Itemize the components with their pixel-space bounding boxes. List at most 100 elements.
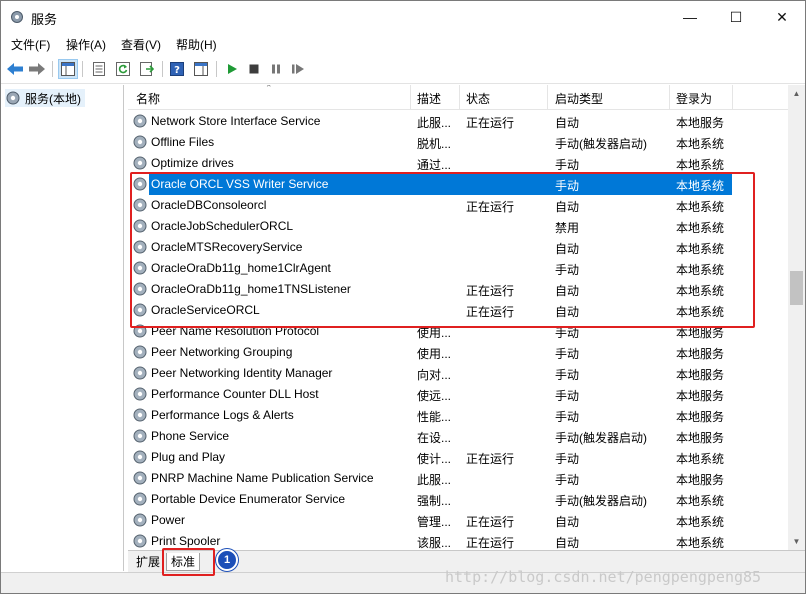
services-gear-icon xyxy=(11,11,23,23)
service-row[interactable]: OracleOraDb11g_home1ClrAgent 手动 本地系统 xyxy=(128,258,788,279)
service-row[interactable]: Peer Networking Grouping 使用... 手动 本地服务 xyxy=(128,342,788,363)
service-startup-type: 手动 xyxy=(555,368,580,382)
show-hide-console-tree-button[interactable] xyxy=(58,59,78,79)
service-gear-icon xyxy=(133,387,147,401)
show-action-pane-button[interactable] xyxy=(191,59,211,79)
service-name: Oracle ORCL VSS Writer Service xyxy=(151,177,329,191)
scroll-down-arrow-icon[interactable]: ▼ xyxy=(788,533,805,550)
title-bar[interactable]: 服务 — ☐ ✕ xyxy=(1,1,805,33)
export-list-button[interactable] xyxy=(137,59,157,79)
service-gear-icon xyxy=(133,534,147,548)
service-row[interactable]: OracleJobSchedulerORCL 禁用 本地系统 xyxy=(128,216,788,237)
service-row[interactable]: Network Store Interface Service 此服... 正在运行… xyxy=(128,111,788,132)
service-row[interactable]: Performance Logs & Alerts 性能... 手动 本地服务 xyxy=(128,405,788,426)
column-header-name[interactable]: 名称 xyxy=(136,90,160,107)
menu-action[interactable]: 操作(A) xyxy=(66,36,106,53)
scrollbar-thumb[interactable] xyxy=(790,271,803,305)
service-gear-icon xyxy=(133,471,147,485)
toolbar-separator xyxy=(82,61,83,77)
service-gear-icon xyxy=(133,366,147,380)
services-window: 服务 — ☐ ✕ 文件(F) 操作(A) 查看(V) 帮助(H) ? 服务(本地… xyxy=(0,0,806,594)
column-header-row: 名称 ⌃ 描述 状态 启动类型 登录为 xyxy=(128,85,788,110)
menu-help[interactable]: 帮助(H) xyxy=(176,36,217,53)
column-separator[interactable] xyxy=(669,85,670,109)
tab-label: 扩展 xyxy=(136,555,161,569)
service-gear-icon xyxy=(133,156,147,170)
stop-service-button[interactable] xyxy=(244,59,264,79)
column-separator[interactable] xyxy=(547,85,548,109)
service-row[interactable]: PNRP Machine Name Publication Service 此服.… xyxy=(128,468,788,489)
forward-button[interactable] xyxy=(27,59,47,79)
service-logon-as: 本地服务 xyxy=(676,431,725,445)
services-gear-icon xyxy=(6,91,20,105)
window-title: 服务 xyxy=(31,12,58,27)
properties-button[interactable] xyxy=(89,59,109,79)
action-pane-icon xyxy=(194,62,208,76)
service-gear-icon xyxy=(133,513,147,527)
menu-file[interactable]: 文件(F) xyxy=(11,36,50,53)
tree-item-services-local[interactable]: 服务(本地) xyxy=(5,89,85,107)
service-row[interactable]: OracleOraDb11g_home1TNSListener 正在运行 自动 本地系… xyxy=(128,279,788,300)
tab-extended[interactable]: 扩展 xyxy=(132,553,164,570)
service-startup-type: 自动 xyxy=(555,284,580,298)
service-status: 正在运行 xyxy=(466,284,515,298)
service-name: Peer Networking Identity Manager xyxy=(151,366,333,380)
service-description: 管理... xyxy=(417,515,452,529)
service-row[interactable]: Peer Name Resolution Protocol 使用... 手动 本地服务 xyxy=(128,321,788,342)
close-button[interactable]: ✕ xyxy=(759,1,805,33)
service-logon-as: 本地服务 xyxy=(676,410,725,424)
column-header-description[interactable]: 描述 xyxy=(417,90,441,107)
service-gear-icon xyxy=(133,324,147,338)
column-separator[interactable] xyxy=(732,85,733,109)
resume-service-button[interactable] xyxy=(288,59,308,79)
start-service-button[interactable] xyxy=(222,59,242,79)
help-button[interactable]: ? xyxy=(167,59,187,79)
column-header-startup-type[interactable]: 启动类型 xyxy=(555,90,603,107)
column-header-logon-as[interactable]: 登录为 xyxy=(676,90,712,107)
service-row[interactable]: OracleServiceORCL 正在运行 自动 本地系统 xyxy=(128,300,788,321)
tab-standard[interactable]: 标准 xyxy=(166,553,201,571)
service-description: 使用... xyxy=(417,326,452,340)
column-separator[interactable] xyxy=(459,85,460,109)
service-gear-icon xyxy=(133,261,147,275)
service-row[interactable]: Plug and Play 使计... 正在运行 手动 本地系统 xyxy=(128,447,788,468)
service-row[interactable]: OracleDBConsoleorcl 正在运行 自动 本地系统 xyxy=(128,195,788,216)
service-row[interactable]: Power 管理... 正在运行 自动 本地系统 xyxy=(128,510,788,531)
service-row[interactable]: Portable Device Enumerator Service 强制... 手… xyxy=(128,489,788,510)
service-row[interactable]: Optimize drives 通过... 手动 本地系统 xyxy=(128,153,788,174)
back-button[interactable] xyxy=(5,59,25,79)
back-arrow-icon xyxy=(7,63,23,75)
tab-label: 标准 xyxy=(171,555,196,569)
service-row[interactable]: Offline Files 脱机... 手动(触发器启动) 本地系统 xyxy=(128,132,788,153)
service-row[interactable]: Print Spooler 该服... 正在运行 自动 本地系统 xyxy=(128,531,788,550)
service-startup-type: 自动 xyxy=(555,515,580,529)
vertical-scrollbar[interactable]: ▲ ▼ xyxy=(788,85,805,550)
service-name: Peer Name Resolution Protocol xyxy=(151,324,320,338)
service-status: 正在运行 xyxy=(466,116,515,130)
service-row[interactable]: Performance Counter DLL Host 使远... 手动 本地服务 xyxy=(128,384,788,405)
pause-service-button[interactable] xyxy=(266,59,286,79)
service-startup-type: 自动 xyxy=(555,242,580,256)
service-logon-as: 本地系统 xyxy=(676,200,725,214)
refresh-button[interactable] xyxy=(113,59,133,79)
service-row[interactable]: Phone Service 在设... 手动(触发器启动) 本地服务 xyxy=(128,426,788,447)
service-row[interactable]: Oracle ORCL VSS Writer Service 手动 本地系统 xyxy=(128,174,788,195)
service-status: 正在运行 xyxy=(466,515,515,529)
service-row[interactable]: OracleMTSRecoveryService 自动 本地系统 xyxy=(128,237,788,258)
maximize-button[interactable]: ☐ xyxy=(713,1,759,33)
service-gear-icon xyxy=(133,429,147,443)
column-header-status[interactable]: 状态 xyxy=(466,90,490,107)
console-tree-pane: 服务(本地) xyxy=(1,85,124,571)
service-logon-as: 本地系统 xyxy=(676,494,725,508)
maximize-icon: ☐ xyxy=(729,8,743,25)
play-icon xyxy=(228,64,237,74)
tree-item-label: 服务(本地) xyxy=(25,91,81,106)
service-startup-type: 自动 xyxy=(555,536,580,550)
column-separator[interactable] xyxy=(410,85,411,109)
menu-view[interactable]: 查看(V) xyxy=(121,36,161,53)
minimize-button[interactable]: — xyxy=(667,1,713,33)
scroll-up-arrow-icon[interactable]: ▲ xyxy=(788,85,805,102)
service-row[interactable]: Peer Networking Identity Manager 向对... 手动 本… xyxy=(128,363,788,384)
service-logon-as: 本地系统 xyxy=(676,536,725,550)
service-name: OracleDBConsoleorcl xyxy=(151,198,267,212)
